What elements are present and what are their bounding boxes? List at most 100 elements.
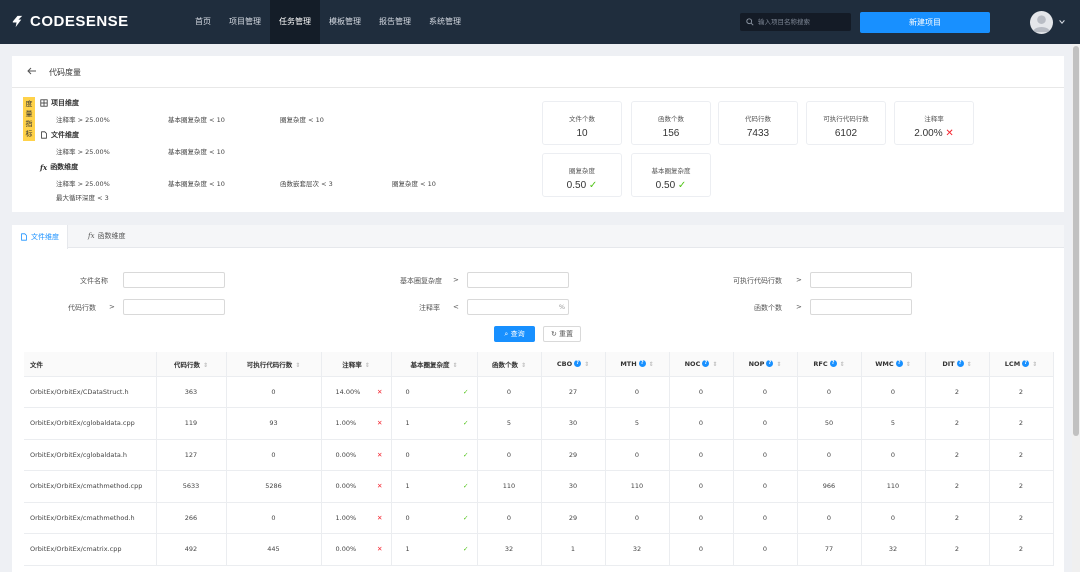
help-icon: ? [638,360,646,368]
table-cell: 0 [733,407,798,440]
chevron-down-icon[interactable] [1058,18,1066,26]
search-icon: ⌕ [504,330,509,338]
nav-item-system[interactable]: 系统管理 [420,0,470,44]
table-cell: 0 [669,439,734,471]
col-lcm[interactable]: LCM? ⇕ [989,352,1054,377]
table-cell: 2 [989,533,1054,566]
table-cell: 5633 [156,470,227,503]
search-input[interactable] [758,18,850,26]
filter-filename-input[interactable] [124,273,224,287]
help-icon: ? [956,360,964,368]
col-code-lines[interactable]: 代码行数 ⇕ [156,352,227,377]
table-cell: 119 [156,407,227,440]
back-arrow-icon[interactable] [26,65,38,77]
tab-file-dimension[interactable]: 文件维度 [12,225,68,249]
col-rfc[interactable]: RFC? ⇕ [797,352,862,377]
new-project-button[interactable]: 新建项目 [860,12,990,33]
nav-item-templates[interactable]: 模板管理 [320,0,370,44]
top-navbar: CODESENSE 首页 项目管理 任务管理 模板管理 报告管理 系统管理 新建… [0,0,1080,44]
help-icon: ? [574,360,582,368]
filter-exec-lines-input[interactable] [811,273,911,287]
table-cell: 110 [605,470,670,503]
col-nop[interactable]: NOP? ⇕ [733,352,798,377]
fail-x-icon: ✕ [377,545,383,554]
col-dit[interactable]: DIT? ⇕ [925,352,990,377]
col-exec-lines[interactable]: 可执行代码行数 ⇕ [226,352,322,377]
table-row[interactable]: OrbitEx/OrbitEx/CDataStruct.h 363 0 14.00% ✕… [24,376,1054,408]
table-cell: 93 [226,407,322,440]
filter-comment-rate: % [467,299,569,315]
table-cell: 0 [861,376,926,408]
tab-label: 函数维度 [97,232,126,240]
group-project: 项目维度 [40,98,79,108]
table-cell: 0 ✓ [391,376,478,408]
table-cell: 0 [797,439,862,471]
table-cell: 0 [477,376,542,408]
fail-x-icon: ✕ [377,450,383,459]
table-cell: 0 [669,533,734,566]
col-func-count[interactable]: 函数个数 ⇕ [477,352,542,377]
stat-value: 6102 [834,128,858,139]
table-cell: 32 [477,533,542,566]
col-cbo[interactable]: CBO? ⇕ [541,352,606,377]
col-wmc[interactable]: WMC? ⇕ [861,352,926,377]
table-cell: 0 [226,439,322,471]
table-cell: 32 [605,533,670,566]
help-icon: ? [702,360,710,368]
group-function: fx 函数维度 [40,162,78,172]
filter-comment-rate-input[interactable] [468,300,568,314]
table-cell: 2 [925,439,990,471]
cond-func-comment: 注释率 > 25.00% [56,180,110,188]
cond-func-nesting: 函数嵌套层次 < 3 [280,180,333,188]
filter-op: > [453,276,459,284]
table-cell: 0 ✓ [391,502,478,534]
stat-label: 代码行数 [745,115,771,123]
filter-func-count-input[interactable] [811,300,911,314]
table-cell: 30 [541,470,606,503]
stat-label: 函数个数 [658,115,684,123]
table-cell: 966 [797,470,862,503]
table-cell: 0 [605,502,670,534]
table-cell: 1.00% ✕ [321,502,392,534]
table-cell: OrbitEx/OrbitEx/cmatrix.cpp [24,533,157,566]
help-icon: ? [895,360,903,368]
table-row[interactable]: OrbitEx/OrbitEx/cmathmethod.cpp 5633 5286 0… [24,470,1054,503]
file-icon [21,233,27,241]
page-scrollbar-thumb[interactable] [1073,46,1079,436]
table-row[interactable]: OrbitEx/OrbitEx/cmathmethod.h 266 0 1.00% ✕ 0… [24,502,1054,534]
col-file[interactable]: 文件 [24,352,157,377]
filter-code-lines-input[interactable] [124,300,224,314]
sort-icon: ⇕ [202,361,209,369]
table-cell: 0 [477,439,542,471]
filter-label-filename: 文件名称 [80,277,108,285]
table-cell: 29 [541,439,606,471]
nav-item-reports[interactable]: 报告管理 [370,0,420,44]
table-row[interactable]: OrbitEx/OrbitEx/cglobaldata.cpp 119 93 1.00… [24,407,1054,440]
pass-check-icon: ✓ [588,180,598,191]
filter-code-lines [123,299,225,315]
col-comment-rate[interactable]: 注释率 ⇕ [321,352,392,377]
col-mth[interactable]: MTH? ⇕ [605,352,670,377]
query-button[interactable]: ⌕ 查询 [494,326,535,342]
brand-logo[interactable]: CODESENSE [10,13,129,30]
help-icon: ? [766,360,774,368]
col-basic-complexity[interactable]: 基本圈复杂度 ⇕ [391,352,478,377]
table-row[interactable]: OrbitEx/OrbitEx/cglobaldata.h 127 0 0.00% ✕ 0… [24,439,1054,471]
filter-basic-complexity-input[interactable] [468,273,568,287]
tab-function-dimension[interactable]: fx 函数维度 [80,225,134,248]
stat-label: 圈复杂度 [569,167,595,175]
nav-item-tasks[interactable]: 任务管理 [270,0,320,44]
sort-icon: ⇕ [1032,360,1038,368]
table-row[interactable]: OrbitEx/OrbitEx/cmatrix.cpp 492 445 0.00% ✕ 1… [24,533,1054,566]
nav-item-home[interactable]: 首页 [186,0,220,44]
table-cell: 0.00% ✕ [321,470,392,503]
reset-button[interactable]: ↻ 重置 [543,326,581,342]
stat-exec-lines: 可执行代码行数 6102 [806,101,886,145]
stat-value: 156 [662,128,680,139]
dimension-panel: 文件维度 fx 函数维度 文件名称 基本圈复杂度 > 可执行代码行数 > 代码行… [12,225,1064,572]
nav-item-projects[interactable]: 项目管理 [220,0,270,44]
stat-basic-cyclomatic: 基本圈复杂度 0.50 ✓ [631,153,711,197]
avatar[interactable] [1030,11,1053,34]
col-noc[interactable]: NOC? ⇕ [669,352,734,377]
filter-filename [123,272,225,288]
